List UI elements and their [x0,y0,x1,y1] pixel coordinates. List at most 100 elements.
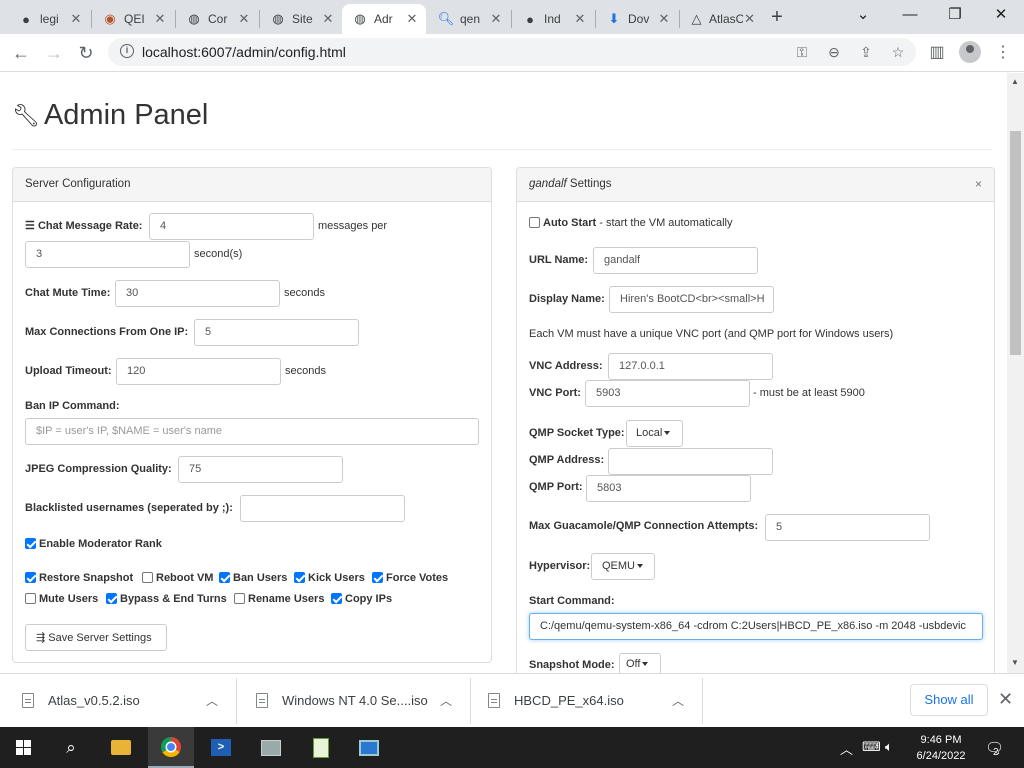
notepad-icon[interactable] [298,727,344,768]
reload-button[interactable]: ↻ [73,40,99,66]
profile-avatar[interactable] [959,41,981,63]
search-icon[interactable]: ⌕ [48,727,94,768]
tab-site[interactable]: ◍ Site ✕ [260,4,342,34]
close-icon[interactable]: ✕ [68,11,84,27]
back-button[interactable]: ← [8,40,34,66]
address-bar[interactable]: i localhost:6007/admin/config.html ⚿ ⊖ ⇪… [108,38,916,66]
blacklist-input[interactable] [240,495,405,522]
chevron-up-icon[interactable]: ︿ [206,692,218,709]
start-button[interactable] [0,727,46,768]
qmp-type-dropdown[interactable]: Local [626,420,683,447]
menu-kebab-icon[interactable]: ⋮ [990,40,1016,66]
mute-time-input[interactable]: 30 [115,280,280,307]
app-icon[interactable] [248,727,294,768]
chat-rate-seconds-input[interactable]: 3 [25,241,190,268]
close-icon[interactable]: ✕ [488,11,504,27]
url-name-input[interactable]: gandalf [593,247,758,274]
scroll-thumb[interactable] [1010,131,1021,355]
key-icon[interactable]: ⚿ [792,42,812,62]
zoom-icon[interactable]: ⊖ [824,42,844,62]
tab-download[interactable]: ⬇ Dov ✕ [596,4,678,34]
checkbox[interactable] [25,593,36,604]
tab-search-dropdown-icon[interactable]: ⌄ [848,4,878,28]
hypervisor-dropdown[interactable]: QEMU [591,553,655,580]
guac-attempts-input[interactable]: 5 [765,514,930,541]
show-all-button[interactable]: Show all [910,684,988,716]
vnc-port-input[interactable]: 5903 [585,380,750,407]
vnc-address-input[interactable]: 127.0.0.1 [608,353,773,380]
save-server-settings-button[interactable]: ⇶ Save Server Settings [25,624,167,651]
checkbox[interactable] [234,593,245,604]
bookmark-star-icon[interactable]: ☆ [888,42,908,62]
tab-cor[interactable]: ◍ Cor ✕ [176,4,258,34]
share-icon[interactable]: ⇪ [856,42,876,62]
powershell-icon[interactable]: > [198,727,244,768]
autostart-checkbox[interactable]: Auto Start - start the VM automatically [529,217,733,229]
download-item[interactable]: Atlas_v0.5.2.iso [22,674,232,727]
close-icon[interactable]: ✕ [320,11,336,27]
close-icon[interactable]: × [975,177,982,191]
download-item[interactable]: Windows NT 4.0 Se....iso [256,674,466,727]
max-connections-input[interactable]: 5 [194,319,359,346]
checkbox[interactable] [372,572,383,583]
perm-reboot-vm[interactable]: Reboot VM [142,572,213,584]
checkbox[interactable] [25,572,36,583]
start-command-input[interactable]: C:/qemu/qemu-system-x86_64 -cdrom C:2Use… [529,613,983,640]
perm-force-votes[interactable]: Force Votes [372,572,448,584]
checkbox[interactable] [106,593,117,604]
tab-admin-active[interactable]: ◍ Adr ✕ [342,4,426,34]
close-icon[interactable]: ✕ [572,11,588,27]
chrome-icon[interactable] [148,727,194,768]
forward-button[interactable]: → [41,40,67,66]
chevron-up-icon[interactable]: ︿ [840,739,853,758]
chat-rate-input[interactable]: 4 [149,213,314,240]
checkbox[interactable] [331,593,342,604]
qmp-port-input[interactable]: 5803 [586,475,751,502]
checkbox[interactable] [294,572,305,583]
side-panel-icon[interactable]: ▥ [924,40,950,66]
jpeg-quality-input[interactable]: 75 [178,456,343,483]
checkbox[interactable] [142,572,153,583]
chevron-up-icon[interactable]: ︿ [672,692,684,709]
chevron-up-icon[interactable]: ︿ [440,692,452,709]
scroll-up-icon[interactable]: ▲ [1011,77,1019,86]
site-info-icon[interactable]: i [120,44,134,58]
upload-timeout-input[interactable]: 120 [116,358,281,385]
close-icon[interactable]: ✕ [998,689,1013,710]
checkbox[interactable] [25,538,36,549]
snapshot-mode-dropdown[interactable]: Off [619,653,661,673]
minimize-button[interactable]: — [895,4,925,28]
close-icon[interactable]: ✕ [743,11,756,27]
close-icon[interactable]: ✕ [404,11,420,27]
notification-icon[interactable]: 🗨︎2 [985,739,1010,758]
perm-copy-ips[interactable]: Copy IPs [331,593,392,605]
checkbox[interactable] [529,217,540,228]
display-name-input[interactable]: Hiren's BootCD<br><small>H [609,286,774,313]
qmp-address-input[interactable] [608,448,773,475]
close-icon[interactable]: ✕ [656,11,672,27]
tab-ind[interactable]: ● Ind ✕ [512,4,594,34]
perm-rename-users[interactable]: Rename Users [234,593,324,605]
file-explorer-icon[interactable] [98,727,144,768]
page-scrollbar[interactable]: ▲ ▼ [1007,73,1024,673]
perm-ban-users[interactable]: Ban Users [219,572,287,584]
checkbox[interactable] [219,572,230,583]
network-icon[interactable]: ⌨ [862,739,881,755]
download-item[interactable]: HBCD_PE_x64.iso [488,674,698,727]
scroll-down-icon[interactable]: ▼ [1011,658,1019,667]
ban-command-input[interactable]: $IP = user's IP, $NAME = user's name [25,418,479,445]
url-text[interactable]: localhost:6007/admin/config.html [142,44,346,60]
moderator-rank-checkbox[interactable]: Enable Moderator Rank [25,538,162,550]
tab-github[interactable]: ● legi ✕ [8,4,90,34]
new-tab-button[interactable]: + [765,6,789,30]
perm-kick-users[interactable]: Kick Users [294,572,365,584]
perm-bypass-end-turns[interactable]: Bypass & End Turns [106,593,227,605]
close-window-button[interactable]: ✕ [986,4,1016,28]
restore-button[interactable]: ❐ [940,4,970,28]
close-icon[interactable]: ✕ [152,11,168,27]
close-icon[interactable]: ✕ [236,11,252,27]
app-icon[interactable] [346,727,392,768]
clock[interactable]: 9:46 PM 6/24/2022 [908,732,974,764]
volume-icon[interactable]: 🔈︎ [885,739,893,755]
tab-atlasos[interactable]: △ AtlasOS ✕ [680,4,762,34]
